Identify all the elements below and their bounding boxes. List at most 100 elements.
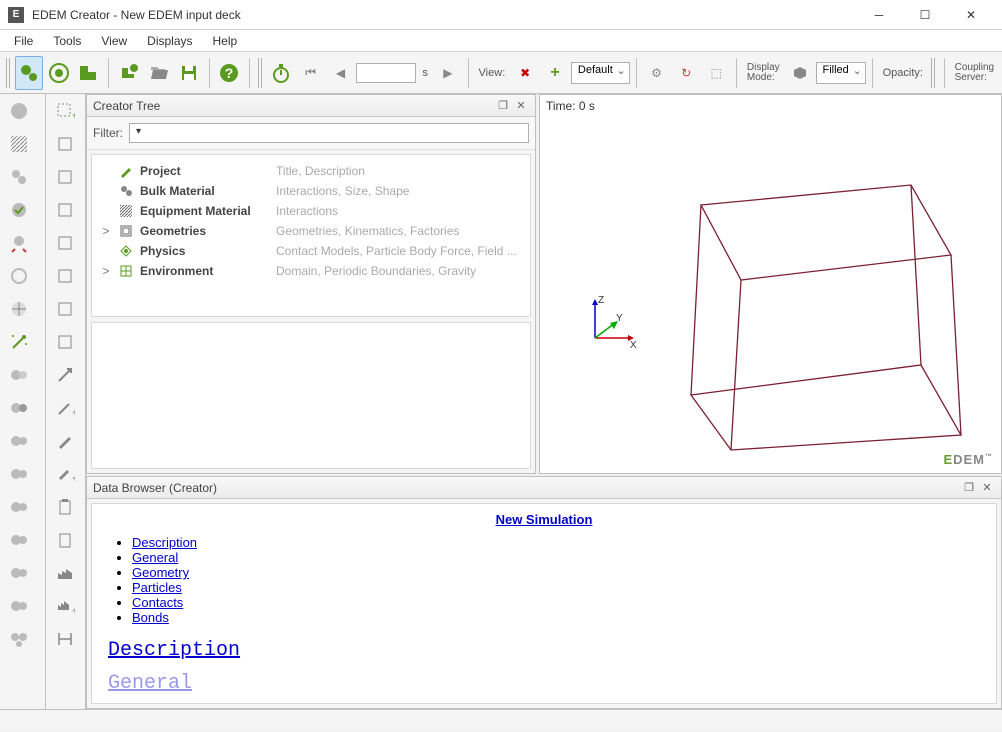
link-description[interactable]: Description — [132, 535, 197, 550]
panel-float-button[interactable]: ❐ — [495, 98, 511, 114]
link-particles[interactable]: Particles — [132, 580, 182, 595]
menu-tools[interactable]: Tools — [43, 32, 91, 50]
viewport-3d[interactable]: Time: 0 s Z X Y — [539, 94, 1002, 474]
panel-float-button[interactable]: ❐ — [961, 480, 977, 496]
menu-displays[interactable]: Displays — [137, 32, 202, 50]
tool-multi-sphere-icon[interactable] — [2, 162, 36, 192]
select-box-d-icon[interactable] — [48, 228, 82, 258]
tool-two-sphere-h-icon[interactable] — [2, 591, 36, 621]
select-box-add-icon[interactable]: + — [48, 96, 82, 126]
svg-text:?: ? — [225, 65, 234, 81]
next-frame-button[interactable]: ▶ — [434, 56, 462, 90]
tool-sphere-grid-icon[interactable] — [2, 294, 36, 324]
view-dropdown[interactable]: Default — [571, 62, 630, 84]
arrow-add-icon[interactable]: + — [48, 393, 82, 423]
help-button[interactable]: ? — [215, 56, 243, 90]
tree-item-project[interactable]: Project Title, Description — [96, 161, 526, 181]
prev-frame-button[interactable]: ◀ — [327, 56, 355, 90]
svg-text:X: X — [630, 340, 637, 351]
link-bonds[interactable]: Bonds — [132, 610, 169, 625]
new-button[interactable] — [115, 56, 143, 90]
tool-two-sphere-f-icon[interactable] — [2, 525, 36, 555]
pencil-add-icon[interactable]: + — [48, 459, 82, 489]
clipboard-a-icon[interactable] — [48, 492, 82, 522]
creator-tree-panel: Creator Tree ❐ ✕ Filter: Project — [86, 94, 536, 474]
close-button[interactable]: ✕ — [948, 0, 994, 30]
link-contacts[interactable]: Contacts — [132, 595, 183, 610]
tool-wand-icon[interactable] — [2, 327, 36, 357]
menu-help[interactable]: Help — [203, 32, 248, 50]
menu-view[interactable]: View — [91, 32, 137, 50]
environment-icon — [118, 263, 134, 279]
data-browser-content[interactable]: New Simulation Description General Geome… — [91, 503, 997, 704]
analyst-mode-button[interactable] — [75, 56, 103, 90]
display-mode-icon[interactable] — [786, 56, 814, 90]
toolbar-grip[interactable] — [931, 58, 936, 88]
tree-item-physics[interactable]: Physics Contact Models, Particle Body Fo… — [96, 241, 526, 261]
left-toolbar-2: + + + + — [46, 94, 86, 709]
svg-text:+: + — [72, 111, 75, 121]
panel-close-button[interactable]: ✕ — [979, 480, 995, 496]
select-box-e-icon[interactable] — [48, 261, 82, 291]
select-box-c-icon[interactable] — [48, 195, 82, 225]
tree-item-environment[interactable]: > Environment Domain, Periodic Boundarie… — [96, 261, 526, 281]
link-general[interactable]: General — [132, 550, 178, 565]
select-box-f-icon[interactable] — [48, 294, 82, 324]
menu-file[interactable]: File — [4, 32, 43, 50]
creator-tree-title: Creator Tree — [93, 99, 160, 113]
creator-tree-detail — [91, 322, 531, 469]
tool-sphere-arrows-icon[interactable] — [2, 228, 36, 258]
simulator-mode-button[interactable] — [45, 56, 73, 90]
coupling-label: Coupling Server: — [951, 63, 998, 83]
geometries-icon — [118, 223, 134, 239]
panel-close-button[interactable]: ✕ — [513, 98, 529, 114]
cube-wireframe — [631, 135, 971, 455]
select-box-icon[interactable] — [48, 129, 82, 159]
minimize-button[interactable]: ─ — [856, 0, 902, 30]
measure-icon[interactable] — [48, 624, 82, 654]
tool-two-sphere-a-icon[interactable] — [2, 360, 36, 390]
tool-two-sphere-d-icon[interactable] — [2, 459, 36, 489]
view-remove-button[interactable]: ✖ — [511, 56, 539, 90]
tool-sphere-icon[interactable] — [2, 96, 36, 126]
tool-sphere-checked-icon[interactable] — [2, 195, 36, 225]
view-add-button[interactable]: + — [541, 56, 569, 90]
statusbar — [0, 709, 1002, 731]
settings-button[interactable]: ⚙ — [643, 56, 671, 90]
open-button[interactable] — [145, 56, 173, 90]
filter-dropdown[interactable] — [129, 123, 529, 143]
pencil-a-icon[interactable] — [48, 426, 82, 456]
arrow-a-icon[interactable] — [48, 360, 82, 390]
tool-sphere-outline-icon[interactable] — [2, 261, 36, 291]
toolbar-grip[interactable] — [6, 58, 11, 88]
tree-item-geometries[interactable]: > Geometries Geometries, Kinematics, Fac… — [96, 221, 526, 241]
tool-two-sphere-b-icon[interactable] — [2, 393, 36, 423]
maximize-button[interactable]: ☐ — [902, 0, 948, 30]
refresh-button[interactable]: ↻ — [672, 56, 700, 90]
link-geometry[interactable]: Geometry — [132, 565, 189, 580]
first-frame-button[interactable]: ⏮ — [297, 56, 325, 90]
tool-hatch-icon[interactable] — [2, 129, 36, 159]
time-input[interactable] — [356, 63, 416, 83]
tree-item-equipment-material[interactable]: Equipment Material Interactions — [96, 201, 526, 221]
tool-two-sphere-e-icon[interactable] — [2, 492, 36, 522]
clipboard-b-icon[interactable] — [48, 525, 82, 555]
svg-text:+: + — [72, 606, 75, 616]
time-unit-label: s — [418, 67, 432, 79]
stopwatch-button[interactable] — [267, 56, 295, 90]
tool-two-sphere-g-icon[interactable] — [2, 558, 36, 588]
simulation-title: New Simulation — [108, 512, 980, 527]
factory-a-icon[interactable] — [48, 558, 82, 588]
tool-three-sphere-icon[interactable] — [2, 624, 36, 654]
lock-button[interactable]: ⬚ — [702, 56, 730, 90]
select-box-b-icon[interactable] — [48, 162, 82, 192]
toolbar-grip[interactable] — [258, 58, 263, 88]
display-mode-dropdown[interactable]: Filled — [816, 62, 866, 84]
creator-mode-button[interactable] — [15, 56, 43, 90]
tree-item-bulk-material[interactable]: Bulk Material Interactions, Size, Shape — [96, 181, 526, 201]
save-button[interactable] — [175, 56, 203, 90]
section-general-heading: General — [108, 672, 980, 695]
select-box-g-icon[interactable] — [48, 327, 82, 357]
tool-two-sphere-c-icon[interactable] — [2, 426, 36, 456]
factory-add-icon[interactable]: + — [48, 591, 82, 621]
